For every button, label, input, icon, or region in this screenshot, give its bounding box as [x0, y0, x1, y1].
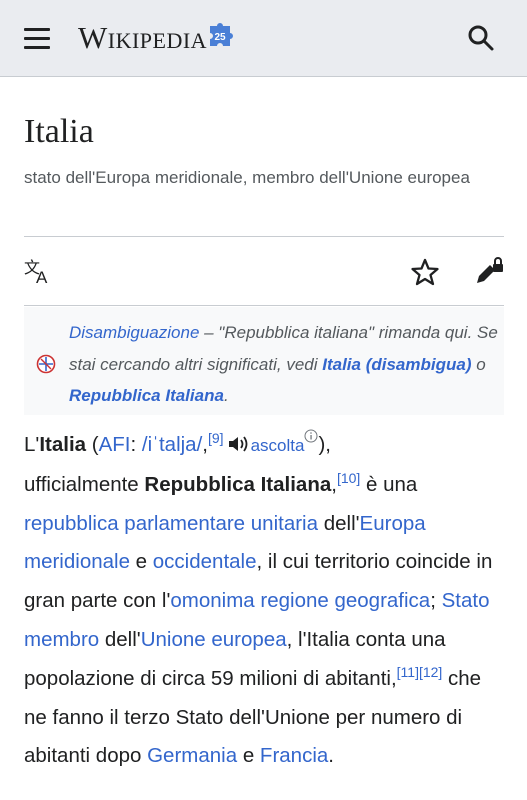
reference-10[interactable]: [10]	[337, 470, 360, 486]
wikipedia-logo[interactable]: Wikipedia 25	[78, 18, 237, 58]
hatnote-text: Disambiguazione – "Repubblica italiana" …	[69, 317, 499, 412]
hatnote-text-3: .	[223, 386, 229, 405]
page-tagline: stato dell'Europa meridionale, membro de…	[24, 168, 470, 187]
reference-12[interactable]: [12]	[419, 664, 442, 680]
text: L'	[24, 433, 40, 456]
text: dell'	[318, 511, 360, 535]
italia-disambigua-link[interactable]: Italia (disambigua)	[322, 355, 471, 374]
occidentale-link[interactable]: occidentale	[153, 550, 257, 573]
text: e	[129, 550, 153, 574]
menu-icon[interactable]	[14, 21, 62, 57]
divider	[24, 305, 504, 306]
germania-link[interactable]: Germania	[147, 744, 237, 767]
article-subject-bold: Italia	[39, 433, 87, 456]
speaker-icon[interactable]	[227, 435, 249, 453]
language-icon[interactable]: 文 A	[24, 259, 54, 285]
header-bar: Wikipedia 25	[0, 0, 527, 77]
disambiguation-hatnote: Disambiguazione – "Repubblica italiana" …	[24, 307, 504, 415]
hatnote-text-2: o	[471, 354, 486, 374]
page-actions-toolbar: 文 A	[0, 237, 527, 305]
puzzle-globe-icon: 25	[210, 23, 234, 46]
text: .	[328, 744, 334, 768]
svg-text:A: A	[36, 268, 48, 285]
article-paragraph: L'Italia (AFI: /iˈtalja/,[9] ascolta), uff…	[24, 426, 504, 776]
official-name-bold: Repubblica Italiana	[144, 472, 332, 496]
francia-link[interactable]: Francia	[260, 744, 328, 767]
unione-europea-link[interactable]: Unione europea	[141, 628, 287, 651]
repubblica-parlamentare-link[interactable]: repubblica parlamentare unitaria	[24, 512, 318, 535]
page-title: Italia	[24, 113, 94, 150]
disambiguation-link[interactable]: Disambiguazione	[69, 323, 199, 342]
reference-9[interactable]: [9]	[208, 430, 224, 446]
search-icon[interactable]	[467, 24, 495, 52]
text: dell'	[99, 627, 141, 651]
info-icon[interactable]	[304, 429, 318, 443]
edit-lock-icon[interactable]	[474, 255, 506, 287]
afi-link[interactable]: AFI	[99, 433, 131, 456]
svg-text:25: 25	[215, 32, 227, 43]
disambiguation-icon	[36, 354, 56, 374]
text: :	[130, 433, 142, 456]
repubblica-italiana-link[interactable]: Repubblica Italiana	[69, 386, 224, 405]
logo-text: Wikipedia	[78, 20, 208, 55]
omonima-regione-link[interactable]: omonima regione geografica	[170, 589, 430, 612]
text: ;	[430, 589, 442, 613]
ipa-link[interactable]: /iˈtalja/	[142, 433, 202, 456]
reference-11[interactable]: [11]	[397, 664, 419, 680]
text: ),	[318, 433, 331, 456]
star-icon[interactable]	[410, 257, 440, 287]
text: è una	[360, 472, 418, 496]
text: ufficialmente	[24, 472, 145, 496]
text: (	[86, 433, 99, 456]
listen-link[interactable]: ascolta	[251, 436, 305, 455]
text: e	[237, 744, 260, 768]
